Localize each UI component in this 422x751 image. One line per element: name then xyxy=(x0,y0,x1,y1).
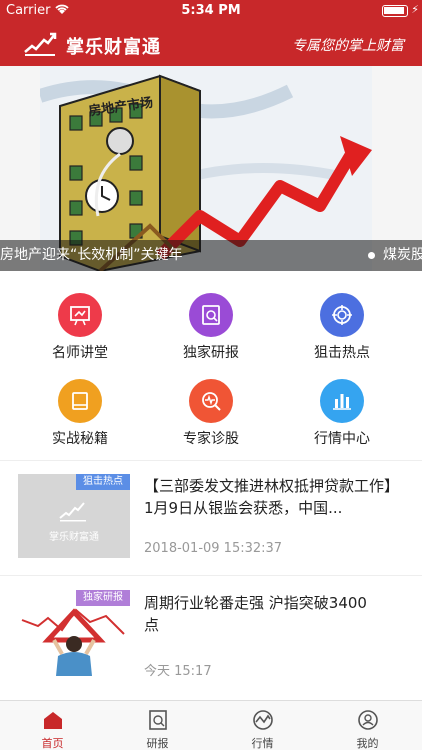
grid-item-label: 独家研报 xyxy=(183,345,239,361)
banner-next-caption: 煤炭股 xyxy=(383,247,422,263)
grid-item-label: 名师讲堂 xyxy=(52,345,108,361)
news-item[interactable]: 独家研报 周期行业轮番走强 沪指突破3400 点 今天 15:17 xyxy=(0,575,422,693)
news-title: 【三部委发文推进林权抵押贷款工作】1月9日从银监会获悉，中国... xyxy=(144,477,400,517)
feature-grid: 名师讲堂 独家研报 狙击热点 实战秘籍 专家诊股 行情中心 xyxy=(0,283,422,455)
tab-home[interactable]: 首页 xyxy=(0,701,105,751)
news-time: 今天 15:17 xyxy=(144,664,212,679)
grid-item-label: 实战秘籍 xyxy=(52,431,108,447)
news-tag: 独家研报 xyxy=(76,590,130,606)
news-time: 2018-01-09 15:32:37 xyxy=(144,541,283,556)
grid-item-teacher[interactable]: 名师讲堂 xyxy=(10,283,150,369)
grid-item-secrets[interactable]: 实战秘籍 xyxy=(10,369,150,455)
status-bar: Carrier 5:34 PM ⚡ xyxy=(0,0,422,22)
teacher-board-icon xyxy=(58,293,102,337)
tab-bar: 首页 研报 行情 我的 xyxy=(0,700,422,750)
market-icon xyxy=(253,710,273,730)
logo-icon xyxy=(22,30,58,58)
thumbnail-text: 掌乐财富通 xyxy=(49,532,99,543)
profile-icon xyxy=(358,710,378,730)
grid-item-market[interactable]: 行情中心 xyxy=(272,369,412,455)
tab-market[interactable]: 行情 xyxy=(210,701,315,751)
tab-profile[interactable]: 我的 xyxy=(315,701,420,751)
report-icon xyxy=(149,710,167,730)
book-icon xyxy=(58,379,102,423)
bar-chart-icon xyxy=(320,379,364,423)
news-thumbnail: 独家研报 xyxy=(18,590,130,676)
nav-bar: 掌乐财富通 专属您的掌上财富 xyxy=(0,22,422,66)
grid-item-label: 行情中心 xyxy=(314,431,370,447)
battery-icon xyxy=(382,5,408,17)
home-icon xyxy=(44,712,62,729)
tab-label: 首页 xyxy=(41,737,64,750)
page-indicator-dot xyxy=(368,252,375,259)
banner-carousel[interactable]: 房地产市场 房地产迎来“长效机制”关键年 煤炭股 xyxy=(0,66,422,271)
diagnose-search-icon xyxy=(189,379,233,423)
slogan: 专属您的掌上财富 xyxy=(292,38,404,54)
news-title: 周期行业轮番走强 沪指突破3400 点 xyxy=(144,594,367,634)
tab-report[interactable]: 研报 xyxy=(105,701,210,751)
research-doc-icon xyxy=(189,293,233,337)
tab-label: 我的 xyxy=(356,737,379,750)
tab-label: 研报 xyxy=(146,737,169,750)
news-thumbnail: 掌乐财富通 狙击热点 xyxy=(18,474,130,558)
charging-icon: ⚡ xyxy=(411,3,419,16)
grid-item-label: 专家诊股 xyxy=(183,431,239,447)
news-tag: 狙击热点 xyxy=(76,474,130,490)
app-name: 掌乐财富通 xyxy=(66,37,161,58)
grid-item-label: 狙击热点 xyxy=(314,345,370,361)
banner-caption: 房地产迎来“长效机制”关键年 xyxy=(0,247,183,263)
grid-item-hotspot[interactable]: 狙击热点 xyxy=(272,283,412,369)
grid-item-research[interactable]: 独家研报 xyxy=(141,283,281,369)
target-icon xyxy=(320,293,364,337)
news-item[interactable]: 掌乐财富通 狙击热点 【三部委发文推进林权抵押贷款工作】1月9日从银监会获悉，中… xyxy=(0,460,422,578)
tab-label: 行情 xyxy=(251,737,274,750)
grid-item-diagnose[interactable]: 专家诊股 xyxy=(141,369,281,455)
status-time: 5:34 PM xyxy=(181,3,241,18)
banner-caption-bar: 房地产迎来“长效机制”关键年 煤炭股 xyxy=(0,240,422,271)
